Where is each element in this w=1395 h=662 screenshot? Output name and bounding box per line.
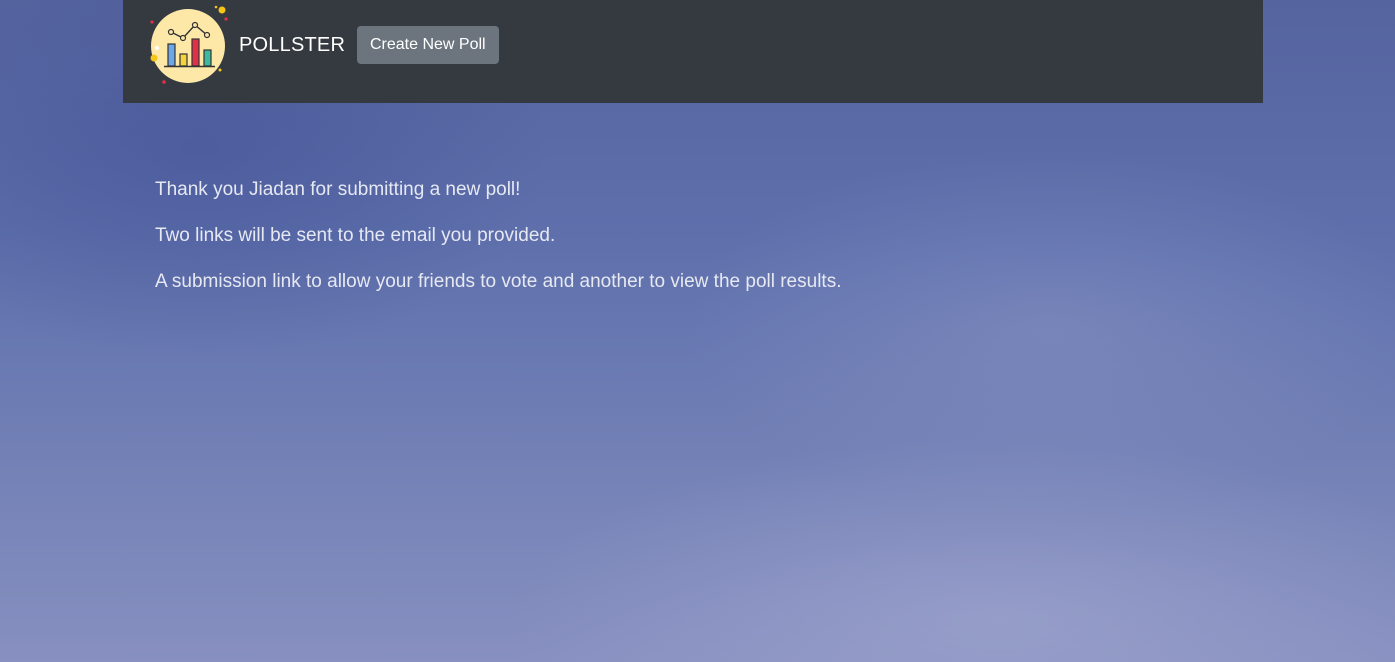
page: { "navbar": { "brand": "POLLSTER", "logo… [0, 0, 1395, 662]
thank-you-text: Thank you Jiadan for submitting a new po… [155, 179, 521, 200]
links-explanation-text: A submission link to allow your friends … [155, 271, 842, 292]
poll-chart-logo-icon [150, 5, 228, 84]
confirmation-message: Thank you Jiadan for submitting a new po… [155, 178, 841, 316]
brand-title[interactable]: POLLSTER [239, 33, 345, 57]
email-links-text: Two links will be sent to the email you … [155, 225, 556, 246]
top-navbar: POLLSTER Create New Poll [123, 0, 1263, 103]
home-logo-link[interactable] [147, 2, 231, 86]
create-new-poll-button[interactable]: Create New Poll [357, 26, 499, 64]
